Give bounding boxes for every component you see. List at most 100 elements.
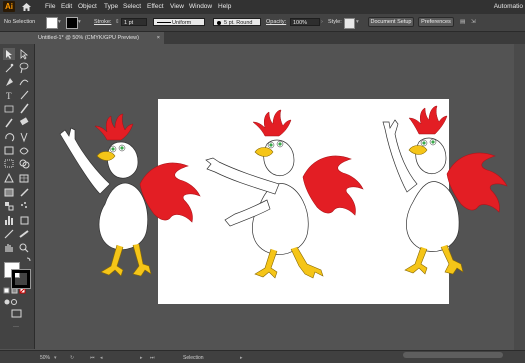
free-transform-icon[interactable]	[4, 159, 14, 168]
rooster-tail	[139, 162, 201, 223]
document-title: Untitled-1* @ 50% (CMYK/GPU Preview)	[38, 35, 139, 41]
rooster-leg	[132, 243, 152, 277]
opacity-label[interactable]: Opacity:	[266, 19, 286, 25]
rotate-icon[interactable]	[5, 133, 15, 142]
stepper-icon[interactable]: ⇕	[115, 19, 120, 25]
chevron-right-icon[interactable]: ▸	[240, 355, 243, 361]
svg-text:T: T	[6, 91, 12, 101]
eraser-tool-icon[interactable]	[19, 230, 29, 238]
paintbrush-icon[interactable]	[20, 103, 29, 114]
rooster-comb	[252, 109, 292, 137]
more-tools-icon[interactable]: ···	[13, 324, 19, 330]
rotate-view-icon[interactable]: ↻	[70, 355, 74, 361]
rooster-right[interactable]	[382, 105, 508, 275]
horizontal-scrollbar[interactable]	[403, 352, 503, 358]
rooster-center[interactable]	[205, 109, 364, 279]
brush-label: 5 pt. Round	[224, 20, 253, 26]
swap-fill-stroke-icon[interactable]	[26, 257, 31, 262]
shape-builder-icon[interactable]	[19, 159, 30, 169]
eyedropper-icon[interactable]	[20, 188, 29, 197]
document-setup-button[interactable]: Document Setup	[368, 17, 414, 27]
blend-icon[interactable]	[5, 202, 14, 211]
tools-panel: T ···	[0, 44, 35, 349]
artboard-nav-last-icon[interactable]: ⏭	[150, 355, 155, 361]
artboard-nav-next-icon[interactable]: ▸	[140, 355, 143, 361]
scale-icon[interactable]	[4, 146, 14, 155]
rooster-left[interactable]	[59, 113, 201, 277]
close-icon[interactable]: ×	[157, 32, 160, 44]
rooster-leg	[254, 248, 278, 279]
menu-file[interactable]: File	[45, 3, 55, 10]
menu-view[interactable]: View	[170, 3, 184, 10]
rooster-leg	[404, 246, 428, 275]
reflect-icon[interactable]	[20, 132, 28, 143]
direct-selection-icon[interactable]	[20, 49, 29, 60]
selection-tool-icon[interactable]	[3, 48, 15, 60]
graph-icon[interactable]	[5, 216, 13, 225]
rooster-leg	[440, 244, 464, 275]
artboard-nav-first-icon[interactable]: ⏮	[90, 355, 95, 361]
rooster-wing	[382, 119, 418, 193]
line-icon[interactable]	[20, 90, 29, 100]
rectangle-icon[interactable]	[4, 105, 14, 113]
menu-object[interactable]: Object	[78, 3, 97, 10]
vertical-scrollbar[interactable]	[514, 44, 525, 350]
chevron-down-icon[interactable]: ▾	[356, 19, 359, 25]
workspace-switcher[interactable]: Automatio	[494, 3, 523, 10]
menu-edit[interactable]: Edit	[61, 3, 72, 10]
chevron-down-icon[interactable]: ▾	[58, 19, 61, 25]
screen-mode-icon[interactable]	[11, 309, 22, 318]
canvas-area[interactable]	[35, 44, 525, 350]
eraser-icon[interactable]	[19, 117, 29, 126]
brush-definition[interactable]: 5 pt. Round	[213, 18, 261, 26]
pen-icon[interactable]	[6, 78, 13, 86]
menu-type[interactable]: Type	[104, 3, 118, 10]
artboard-icon[interactable]	[20, 216, 29, 225]
gradient-icon[interactable]	[4, 188, 14, 197]
chevron-down-icon[interactable]: ▾	[54, 355, 57, 361]
fill-swatch[interactable]	[46, 17, 58, 29]
rooster-body	[98, 182, 149, 250]
type-icon[interactable]: T	[6, 91, 12, 101]
color-mode-icons[interactable]	[3, 287, 26, 294]
magic-wand-icon[interactable]	[5, 63, 14, 73]
arrange-icon[interactable]: ⇲	[471, 19, 476, 25]
slice-icon[interactable]	[4, 229, 14, 239]
stroke-swatch[interactable]	[66, 17, 78, 29]
menu-bar: Ai File Edit Object Type Select Effect V…	[0, 0, 525, 14]
curvature-icon[interactable]	[19, 79, 29, 86]
chevron-right-icon[interactable]: ›	[321, 19, 323, 25]
document-tab[interactable]: Untitled-1* @ 50% (CMYK/GPU Preview) ×	[34, 32, 164, 44]
current-tool-status[interactable]: Selection	[183, 355, 204, 361]
menu-select[interactable]: Select	[123, 3, 141, 10]
mesh-icon[interactable]	[19, 174, 29, 183]
variable-width-profile[interactable]: Uniform	[153, 18, 205, 26]
menu-window[interactable]: Window	[189, 3, 212, 10]
zoom-icon[interactable]	[19, 243, 29, 253]
perspective-icon[interactable]	[4, 172, 14, 183]
svg-text:···: ···	[13, 324, 19, 330]
rooster-leg	[100, 244, 124, 277]
style-swatch[interactable]	[344, 18, 355, 29]
lasso-icon[interactable]	[19, 62, 29, 74]
home-icon[interactable]	[22, 3, 31, 11]
artwork[interactable]	[35, 44, 525, 350]
zoom-level[interactable]: 50%	[40, 355, 50, 361]
selection-status: No Selection	[4, 19, 36, 25]
menu-effect[interactable]: Effect	[147, 3, 164, 10]
hand-icon[interactable]	[5, 244, 13, 252]
align-icon[interactable]: ▤	[460, 19, 465, 25]
artboard-nav-prev-icon[interactable]: ◂	[100, 355, 103, 361]
opacity-field[interactable]: 100%	[290, 18, 320, 26]
drawing-mode-icon[interactable]	[4, 299, 17, 305]
stroke-color-box[interactable]	[11, 269, 31, 289]
preferences-button[interactable]: Preferences	[418, 17, 454, 27]
width-icon[interactable]	[19, 147, 29, 155]
rooster-comb	[408, 105, 448, 135]
stroke-label[interactable]: Stroke:	[94, 19, 111, 25]
stroke-weight-field[interactable]: 1 pt	[121, 18, 147, 26]
symbol-sprayer-icon[interactable]	[21, 202, 27, 208]
menu-help[interactable]: Help	[218, 3, 231, 10]
pencil-icon[interactable]	[5, 118, 13, 128]
chevron-down-icon[interactable]: ▾	[78, 19, 81, 25]
